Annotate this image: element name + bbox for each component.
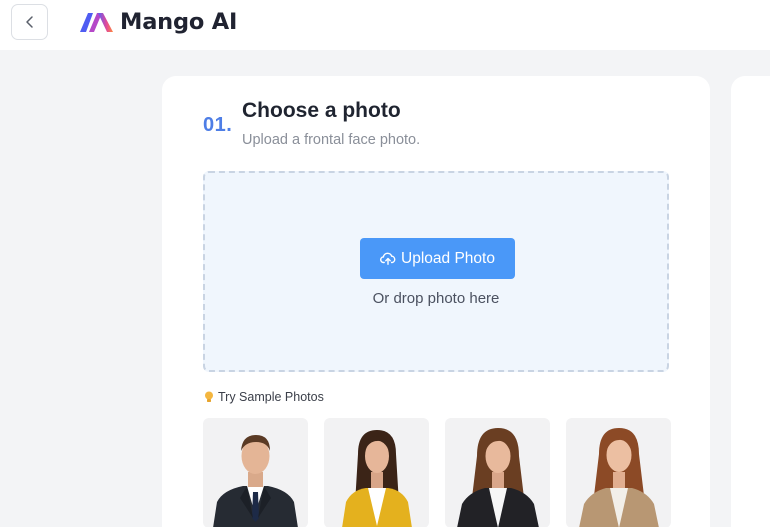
choose-photo-card: 01. Choose a photo Upload a frontal face… — [162, 76, 710, 527]
mango-logo-icon — [80, 13, 113, 32]
upload-photo-label: Upload Photo — [401, 249, 495, 267]
sample-photos-text: Try Sample Photos — [218, 390, 324, 404]
sample-photo-3[interactable] — [445, 418, 550, 527]
top-bar: Mango AI — [0, 0, 770, 50]
bulb-icon — [205, 391, 213, 402]
sample-photo-1[interactable] — [203, 418, 308, 527]
step-title: Choose a photo — [242, 99, 401, 122]
step-number: 01. — [203, 114, 233, 136]
sample-portrait-woman-black — [457, 428, 539, 527]
sample-photo-4[interactable] — [566, 418, 671, 527]
sample-portrait-man — [213, 435, 298, 527]
sample-photo-2[interactable] — [324, 418, 429, 527]
photo-dropzone[interactable]: Upload Photo Or drop photo here — [203, 171, 669, 372]
cloud-upload-icon — [380, 252, 396, 265]
brand-name: Mango AI — [120, 9, 238, 35]
sample-portrait-woman-beige — [579, 428, 659, 527]
drop-hint: Or drop photo here — [372, 290, 500, 307]
step-subtitle: Upload a frontal face photo. — [242, 132, 421, 148]
chevron-left-icon — [25, 16, 33, 28]
back-button[interactable] — [11, 4, 48, 40]
upload-photo-button[interactable]: Upload Photo — [360, 238, 515, 279]
brand-logo[interactable]: Mango AI — [79, 6, 237, 38]
sample-photos-label: Try Sample Photos — [204, 390, 324, 404]
sample-portrait-woman-yellow — [342, 430, 412, 527]
next-step-card — [731, 76, 770, 527]
